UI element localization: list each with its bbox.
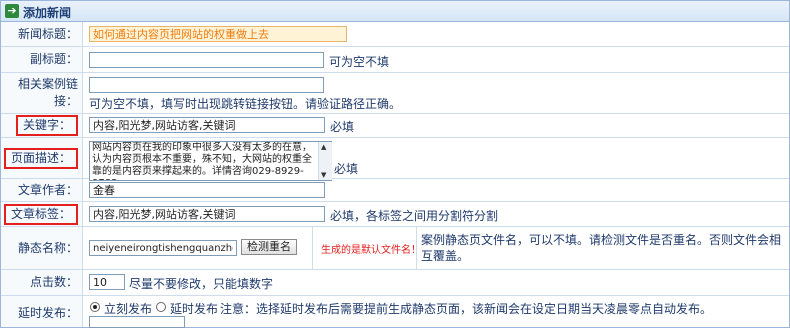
row-author: 文章作者： [1,179,789,202]
label-tags: 文章标签： [1,202,83,226]
subtitle-hint: 可为空不填 [329,55,390,69]
label-title: 新闻标题： [1,22,83,46]
label-publish: 延时发布： [1,296,83,327]
label-static-name: 静态名称： [1,227,83,269]
row-tags: 文章标签： 必填，各标签之间用分割符分割 [1,202,789,227]
publish-delay-radio[interactable] [156,302,166,312]
panel-title: 添加新闻 [23,6,72,20]
static-divider-2 [416,227,417,269]
arrow-right-icon: ➔ [5,4,19,18]
label-related-link: 相关案例链 接： [1,73,83,113]
scroll-up-icon[interactable]: ▲ [321,143,326,151]
row-subtitle: 副标题： 可为空不填 [1,47,789,73]
description-scrollbar[interactable]: ▲ ▼ [318,142,332,180]
keywords-input[interactable] [89,117,325,133]
description-hint: 必填 [334,162,359,176]
label-description: 页面描述： [1,138,83,178]
row-clicks: 点击数： 尽量不要修改，只能填数字 [1,270,789,296]
author-input[interactable] [89,182,325,198]
publish-delay-label[interactable]: 延时发布 [170,300,218,317]
scroll-down-icon[interactable]: ▼ [321,171,326,179]
tags-hint: 必填，各标签之间用分割符分割 [330,209,499,223]
related-link-hint: 可为空不填，填写时出现跳转链接按钮。请验证路径正确。 [89,97,402,111]
publish-note: 注意：选择延时发布后需要提前生成静态页面，该新闻会在设定日期当天凌晨零点自动发布… [220,302,713,316]
subtitle-input[interactable] [89,52,324,68]
add-news-panel: ➔ 添加新闻 新闻标题： 副标题： 可为空不填 相关案例链 接： 可为空不填，填… [0,0,790,328]
static-name-hint: 案例静态页文件名，可以不填。请检测文件是否重名。否则文件会相互覆盖。 [421,233,782,263]
label-author: 文章作者： [1,179,83,201]
check-duplicate-button[interactable]: 检测重名 [241,239,297,255]
publish-date-input[interactable] [89,316,185,328]
default-filename-note: 生成的是默认文件名！ [321,245,421,256]
static-divider-1 [312,227,313,269]
clicks-hint: 尽量不要修改，只能填数字 [129,277,274,291]
row-static-name: 静态名称： 检测重名 生成的是默认文件名！ 案例静态页文件名，可以不填。请检测文… [1,227,789,270]
label-keywords: 关键字： [1,114,83,137]
clicks-input[interactable] [89,274,125,290]
description-textarea[interactable]: 网站内容页在我的印象中很多人没有太多的在意，认为内容页根本不重要，殊不知，大网站… [89,141,332,181]
panel-header: ➔ 添加新闻 [1,1,789,22]
row-keywords: 关键字： 必填 [1,114,789,138]
row-publish: 延时发布： 立刻发布 延时发布 注意：选择延时发布后需要提前生成静态页面，该新闻… [1,296,789,328]
row-title: 新闻标题： [1,22,789,47]
label-clicks: 点击数： [1,270,83,295]
title-input[interactable] [89,26,347,42]
publish-now-label[interactable]: 立刻发布 [104,300,152,317]
label-subtitle: 副标题： [1,47,83,72]
related-link-input[interactable] [89,77,324,93]
row-description: 页面描述： 网站内容页在我的印象中很多人没有太多的在意，认为内容页根本不重要，殊… [1,138,789,181]
publish-now-radio[interactable] [90,302,100,312]
static-name-input[interactable] [89,240,237,256]
keywords-hint: 必填 [330,120,355,134]
row-related-link: 相关案例链 接： 可为空不填，填写时出现跳转链接按钮。请验证路径正确。 [1,73,789,114]
tags-input[interactable] [89,206,325,222]
